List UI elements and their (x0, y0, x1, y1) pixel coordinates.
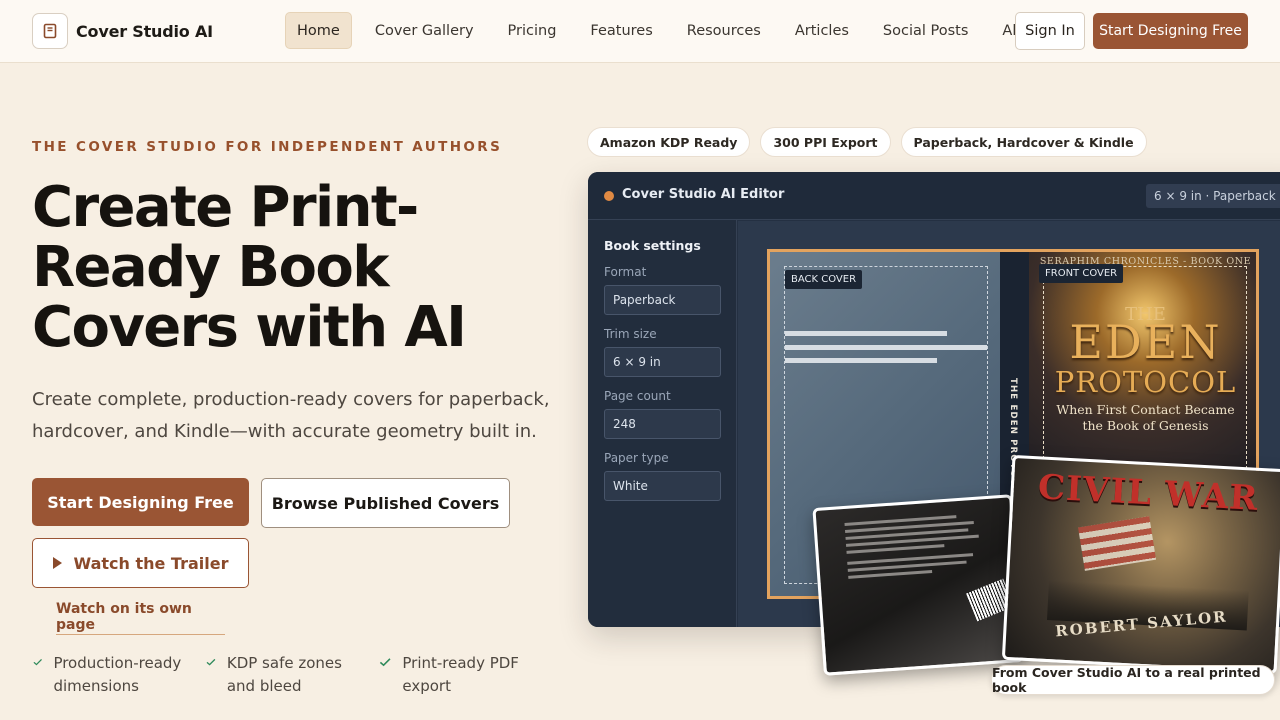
book-settings-panel: Book settings Format Paperback Trim size… (588, 220, 737, 627)
text-placeholder (785, 345, 987, 350)
page-count-label: Page count (604, 389, 671, 403)
start-designing-button[interactable]: Start Designing Free (32, 478, 249, 526)
nav-link-pricing[interactable]: Pricing (497, 12, 568, 49)
format-field[interactable]: Paperback (604, 285, 721, 315)
cover-title-protocol: PROTOCOL (1054, 365, 1237, 399)
sign-in-button[interactable]: Sign In (1015, 12, 1085, 50)
printed-book-back-photo (812, 494, 1024, 676)
back-text-block (844, 513, 988, 583)
browse-covers-button[interactable]: Browse Published Covers (261, 478, 510, 528)
play-icon (52, 557, 62, 569)
nav-link-articles[interactable]: Articles (784, 12, 860, 49)
feature-label: Production-ready dimensions (53, 654, 182, 695)
flag-icon (1078, 516, 1157, 571)
paper-type-field[interactable]: White (604, 471, 721, 501)
feature-item: KDP safe zones and bleed (205, 652, 355, 698)
feature-label: Print-ready PDF export (402, 654, 519, 695)
front-cover-tag: FRONT COVER (1039, 264, 1124, 283)
photo-book-title: CIVIL WAR (1037, 467, 1260, 519)
cover-title-eden: EDEN (1069, 315, 1222, 369)
text-placeholder (785, 331, 947, 336)
format-label: Format (604, 265, 647, 279)
watch-own-page-link[interactable]: Watch on its own page (56, 601, 225, 635)
trim-size-field[interactable]: 6 × 9 in (604, 347, 721, 377)
hero-headline: Create Print-Ready Book Covers with AI (32, 175, 467, 360)
nav-start-designing-button[interactable]: Start Designing Free (1093, 13, 1248, 49)
paper-type-label: Paper type (604, 451, 669, 465)
chip-300-ppi: 300 PPI Export (760, 127, 891, 157)
brand[interactable]: Cover Studio AI (32, 13, 213, 49)
book-icon (32, 13, 68, 49)
hero-eyebrow: THE COVER STUDIO FOR INDEPENDENT AUTHORS (32, 139, 503, 155)
trim-badge: 6 × 9 in · Paperback (1146, 184, 1280, 208)
check-icon (379, 658, 391, 667)
printed-book-front-photo: CIVIL WAR ROBERT SAYLOR (1001, 454, 1280, 675)
watch-trailer-label: Watch the Trailer (73, 553, 229, 573)
editor-titlebar: Cover Studio AI Editor 6 × 9 in · Paperb… (588, 172, 1280, 220)
feature-chips: Amazon KDP Ready 300 PPI Export Paperbac… (587, 127, 1147, 157)
feature-label: KDP safe zones and bleed (226, 654, 342, 695)
chip-formats: Paperback, Hardcover & Kindle (900, 127, 1147, 157)
settings-title: Book settings (604, 238, 701, 253)
hero-lede: Create complete, production-ready covers… (32, 389, 550, 442)
back-cover-tag: BACK COVER (785, 270, 863, 289)
trim-size-label: Trim size (604, 327, 657, 341)
nav-link-features[interactable]: Features (579, 12, 663, 49)
status-dot (604, 191, 614, 201)
nav-link-social-posts[interactable]: Social Posts (872, 12, 980, 49)
editor-title: Cover Studio AI Editor (622, 187, 785, 202)
feature-item: Production-ready dimensions (32, 652, 192, 698)
page-count-field[interactable]: 248 (604, 409, 721, 439)
feature-item: Print-ready PDF export (378, 652, 538, 698)
chip-kdp-ready: Amazon KDP Ready (587, 127, 751, 157)
top-nav: Cover Studio AI Home Cover Gallery Prici… (0, 0, 1280, 63)
nav-links: Home Cover Gallery Pricing Features Reso… (285, 12, 1056, 49)
nav-link-cover-gallery[interactable]: Cover Gallery (364, 12, 485, 49)
photo-caption: From Cover Studio AI to a real printed b… (991, 665, 1275, 695)
check-icon (33, 659, 42, 666)
check-icon (206, 658, 216, 666)
nav-link-resources[interactable]: Resources (676, 12, 772, 49)
brand-name: Cover Studio AI (76, 21, 213, 41)
text-placeholder (785, 358, 937, 363)
cover-subtitle: When First Contact Became the Book of Ge… (1056, 402, 1235, 433)
watch-trailer-button[interactable]: Watch the Trailer (32, 538, 249, 588)
nav-link-home[interactable]: Home (285, 12, 352, 49)
